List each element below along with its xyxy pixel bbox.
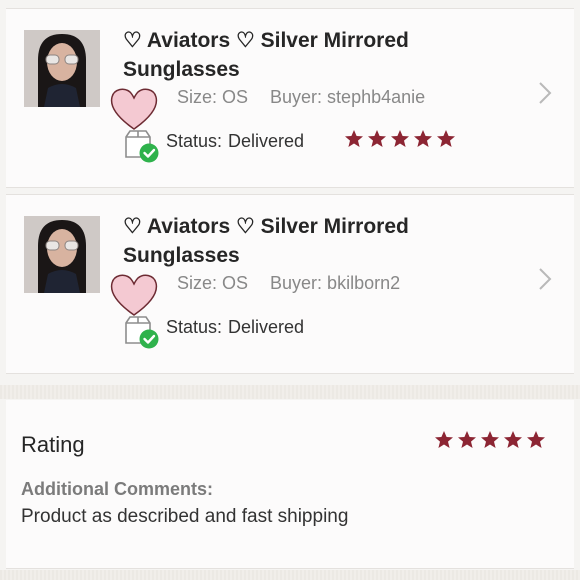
order-status: Status: Delivered	[166, 317, 304, 338]
product-title[interactable]: ♡ Aviators ♡ Silver Mirrored Sunglasses	[123, 26, 483, 84]
rating-section: Rating Additional Comments: Product as d…	[6, 400, 574, 569]
order-meta: Size: OS Buyer: stephb4anie	[177, 87, 425, 108]
buyer-label: Buyer: bkilborn2	[270, 273, 401, 293]
star-icon	[368, 130, 386, 147]
rating-title: Rating	[21, 432, 85, 457]
status-value: Delivered	[228, 131, 305, 151]
delivered-package-icon	[125, 316, 159, 349]
section-divider	[0, 385, 580, 399]
star-icon	[345, 130, 363, 147]
order-rating-stars	[344, 129, 456, 149]
order-meta: Size: OS Buyer: bkilborn2	[177, 273, 400, 294]
product-title[interactable]: ♡ Aviators ♡ Silver Mirrored Sunglasses	[123, 212, 483, 270]
section-divider	[0, 570, 580, 580]
order-status: Status: Delivered	[166, 131, 304, 152]
star-icon	[458, 431, 476, 448]
star-icon	[391, 130, 409, 147]
star-icon	[414, 130, 432, 147]
status-value: Delivered	[228, 317, 305, 337]
size-label: Size: OS	[177, 87, 249, 107]
delivered-package-icon	[125, 130, 159, 163]
heart-icon	[110, 88, 158, 130]
buyer-label: Buyer: stephb4anie	[270, 87, 426, 107]
star-icon	[437, 130, 455, 147]
status-label: Status:	[166, 131, 223, 151]
size-label: Size: OS	[177, 273, 249, 293]
order-card[interactable]: ♡ Aviators ♡ Silver Mirrored Sunglasses …	[6, 8, 574, 188]
product-thumbnail[interactable]	[24, 30, 100, 107]
chevron-right-icon[interactable]	[538, 267, 552, 291]
rating-stars	[434, 430, 546, 450]
order-card[interactable]: ♡ Aviators ♡ Silver Mirrored Sunglasses …	[6, 194, 574, 374]
comments-text: Product as described and fast shipping	[21, 506, 349, 527]
star-icon	[481, 431, 499, 448]
star-icon	[504, 431, 522, 448]
status-label: Status:	[166, 317, 223, 337]
comments-label: Additional Comments:	[21, 479, 213, 499]
chevron-right-icon[interactable]	[538, 81, 552, 105]
star-icon	[435, 431, 453, 448]
heart-icon	[110, 274, 158, 316]
product-thumbnail[interactable]	[24, 216, 100, 293]
star-icon	[527, 431, 545, 448]
